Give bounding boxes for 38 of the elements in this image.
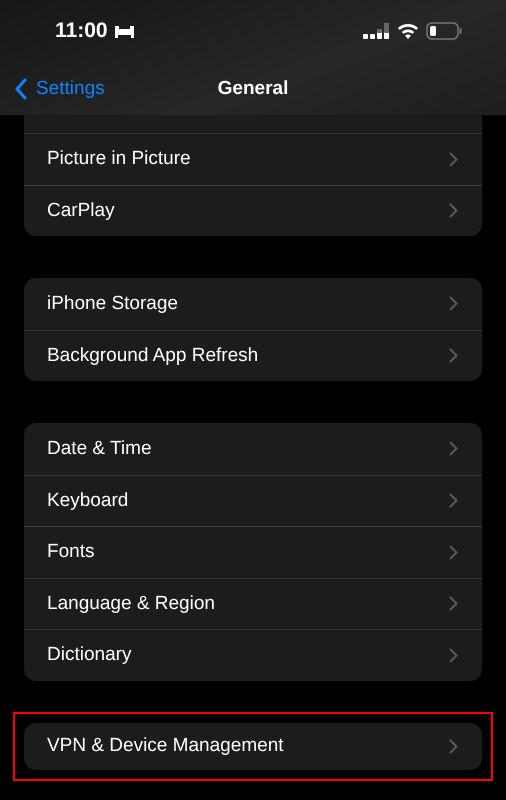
settings-row[interactable]: Keyboard <box>24 474 482 526</box>
chevron-icon <box>449 203 458 218</box>
page-title: General <box>218 78 288 100</box>
row-label: Date & Time <box>47 438 152 460</box>
signal-icon <box>363 22 390 40</box>
settings-row[interactable]: Language & Region <box>24 578 482 629</box>
row-label: Background App Refresh <box>47 344 258 367</box>
back-button[interactable]: Settings <box>14 78 105 100</box>
settings-row[interactable]: CarPlay <box>24 184 482 236</box>
chevron-icon <box>449 738 458 754</box>
row-label: VPN & Device Management <box>47 735 284 757</box>
chevron-icon <box>449 493 458 508</box>
back-chevron-icon <box>14 78 28 100</box>
row-label: Dictionary <box>47 644 132 666</box>
wifi-icon <box>397 22 419 40</box>
settings-row[interactable]: Date & Time <box>24 423 482 474</box>
chevron-icon <box>449 296 458 312</box>
row-label: Language & Region <box>47 592 215 615</box>
row-label: Keyboard <box>47 490 128 512</box>
row-label: iPhone Storage <box>47 292 178 315</box>
settings-row[interactable]: iPhone Storage <box>24 278 482 330</box>
settings-row[interactable]: Fonts <box>24 526 482 578</box>
status-time: 11:00 <box>55 19 108 43</box>
battery-icon <box>426 22 462 40</box>
settings-row[interactable]: VPN & Device Management <box>24 722 482 770</box>
chevron-icon <box>449 596 458 612</box>
chevron-icon <box>449 441 458 456</box>
row-label: Picture in Picture <box>47 148 191 170</box>
row-label: CarPlay <box>47 200 115 222</box>
settings-row[interactable]: Background App Refresh <box>24 330 482 381</box>
settings-row[interactable]: Picture in Picture <box>24 133 482 184</box>
chevron-icon <box>449 348 458 364</box>
chevron-icon <box>449 648 458 663</box>
settings-row[interactable]: Dictionary <box>24 629 482 680</box>
chevron-icon <box>449 544 458 560</box>
bed-icon <box>114 24 135 38</box>
chevron-icon <box>449 152 458 167</box>
row-label: Fonts <box>47 541 95 564</box>
